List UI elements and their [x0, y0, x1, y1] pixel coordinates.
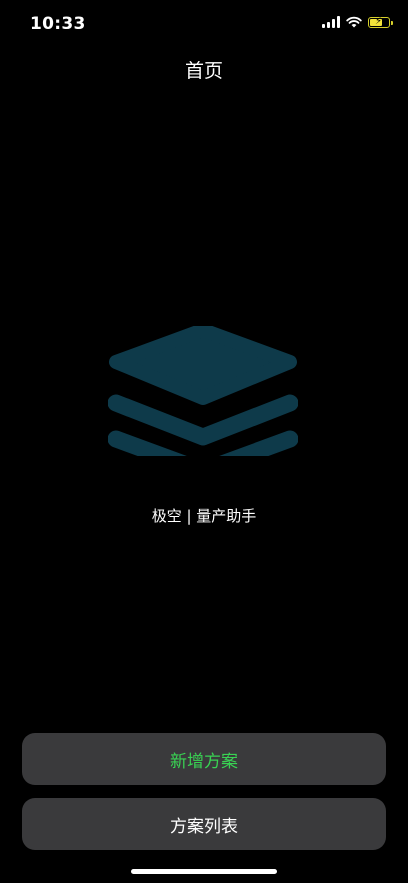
charging-bolt-icon: ⚡	[375, 15, 383, 27]
new-plan-label: 新增方案	[170, 751, 238, 772]
battery-charging-icon: ⚡	[368, 15, 393, 28]
wifi-icon	[346, 16, 362, 28]
layers-icon	[108, 326, 298, 456]
page-title: 首页	[184, 60, 223, 82]
signal-icon	[322, 16, 340, 28]
new-plan-button[interactable]: 新增方案	[22, 733, 386, 785]
layer-middle	[108, 394, 298, 446]
status-bar: 10:33 ⚡	[0, 0, 408, 50]
battery-cap	[391, 20, 393, 25]
status-time: 10:33	[30, 14, 86, 34]
plan-list-button[interactable]: 方案列表	[22, 798, 386, 850]
plan-list-label: 方案列表	[170, 816, 238, 837]
app-name: 极空 | 量产助手	[151, 507, 257, 525]
layer-top	[109, 326, 297, 405]
status-icons: ⚡	[322, 15, 393, 28]
home-indicator[interactable]	[131, 869, 277, 874]
